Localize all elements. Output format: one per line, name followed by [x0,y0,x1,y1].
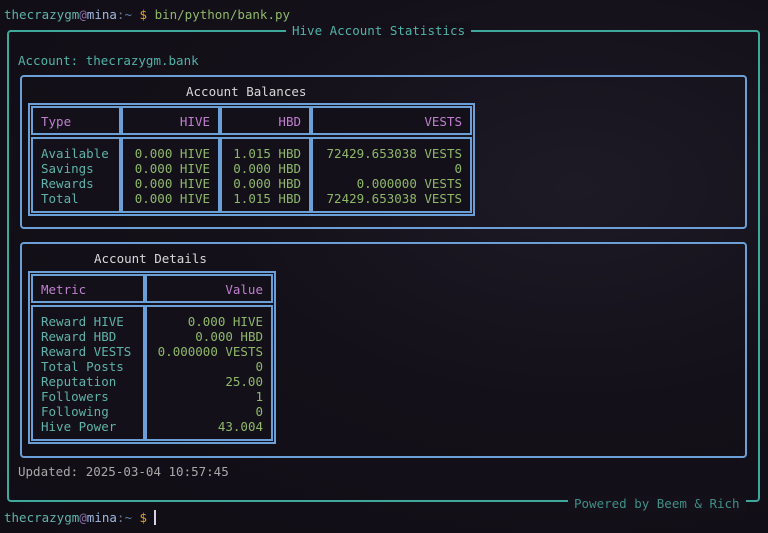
table-cell: 0 [454,161,462,176]
table-cell: 0.000 HIVE [134,146,210,161]
prompt-user: thecrazygm [4,7,80,22]
header-label: HIVE [179,114,210,129]
table-cell: 0.000000 VESTS [157,344,263,359]
balances-header-hbd: HBD [220,106,311,135]
header-label: Metric [41,282,87,297]
terminal-cursor[interactable] [154,510,156,525]
shell-prompt-bottom: thecrazygm@mina:~ $ [4,510,147,525]
table-cell: Total [41,191,79,206]
table-cell: 0.000 HBD [233,161,301,176]
prompt-user: thecrazygm [4,510,80,525]
table-cell: 43.004 [217,419,263,434]
prompt-at: @ [79,510,87,525]
table-cell: 0.000 HBD [233,176,301,191]
table-cell: Available [41,146,109,161]
table-cell: 0.000 HIVE [187,314,263,329]
balances-title: Account Balances [186,84,307,99]
prompt-path: ~ [124,510,132,525]
details-col-value: 0.000 HIVE 0.000 HBD 0.000000 VESTS 0 25… [145,305,273,441]
prompt-command: bin/python/bank.py [154,7,291,22]
header-label: VESTS [424,114,462,129]
prompt-path: ~ [124,7,132,22]
balances-header-vests: VESTS [311,106,472,135]
table-cell: 1.015 HBD [233,191,301,206]
balances-col-hbd: 1.015 HBD 0.000 HBD 0.000 HBD 1.015 HBD [220,137,311,213]
table-cell: 1.015 HBD [233,146,301,161]
prompt-host: mina [86,7,117,22]
table-cell: Rewards [41,176,94,191]
account-line: Account: thecrazygm.bank [18,53,199,68]
details-header-value: Value [145,274,273,303]
details-title: Account Details [94,251,207,266]
balances-header-type: Type [31,106,121,135]
table-cell: Reward HIVE [41,314,124,329]
updated-timestamp: Updated: 2025-03-04 10:57:45 [18,464,229,479]
header-label: HBD [278,114,301,129]
table-cell: 0.000 HBD [195,329,263,344]
balances-header-hive: HIVE [121,106,220,135]
table-cell: Following [41,404,109,419]
table-cell: 0 [255,404,263,419]
table-cell: Reward VESTS [41,344,132,359]
table-cell: Hive Power [41,419,117,434]
balances-col-hive: 0.000 HIVE 0.000 HIVE 0.000 HIVE 0.000 H… [121,137,220,213]
table-cell: Reward HBD [41,329,117,344]
header-label: Value [225,282,263,297]
prompt-dollar: $ [139,510,148,525]
table-cell: 25.00 [225,374,263,389]
prompt-host: mina [86,510,117,525]
header-label: Type [41,114,72,129]
table-cell: 0.000 HIVE [134,161,210,176]
panel-footer: Powered by Beem & Rich [568,496,746,511]
table-cell: 0.000 HIVE [134,191,210,206]
table-cell: Followers [41,389,109,404]
table-cell: Total Posts [41,359,124,374]
table-cell: 0.000 HIVE [134,176,210,191]
table-cell: 0 [255,359,263,374]
table-cell: 0.000000 VESTS [356,176,462,191]
panel-title: Hive Account Statistics [286,23,472,38]
table-cell: 72429.653038 VESTS [326,191,462,206]
prompt-at: @ [79,7,87,22]
table-cell: 1 [255,389,263,404]
table-cell: 72429.653038 VESTS [326,146,462,161]
details-header-metric: Metric [31,274,145,303]
balances-col-vests: 72429.653038 VESTS 0 0.000000 VESTS 7242… [311,137,472,213]
balances-col-type: Available Savings Rewards Total [31,137,121,213]
shell-prompt-top: thecrazygm@mina:~ $ bin/python/bank.py [4,7,290,22]
table-cell: Savings [41,161,94,176]
details-col-metric: Reward HIVE Reward HBD Reward VESTS Tota… [31,305,145,441]
prompt-dollar: $ [139,7,148,22]
table-cell: Reputation [41,374,117,389]
